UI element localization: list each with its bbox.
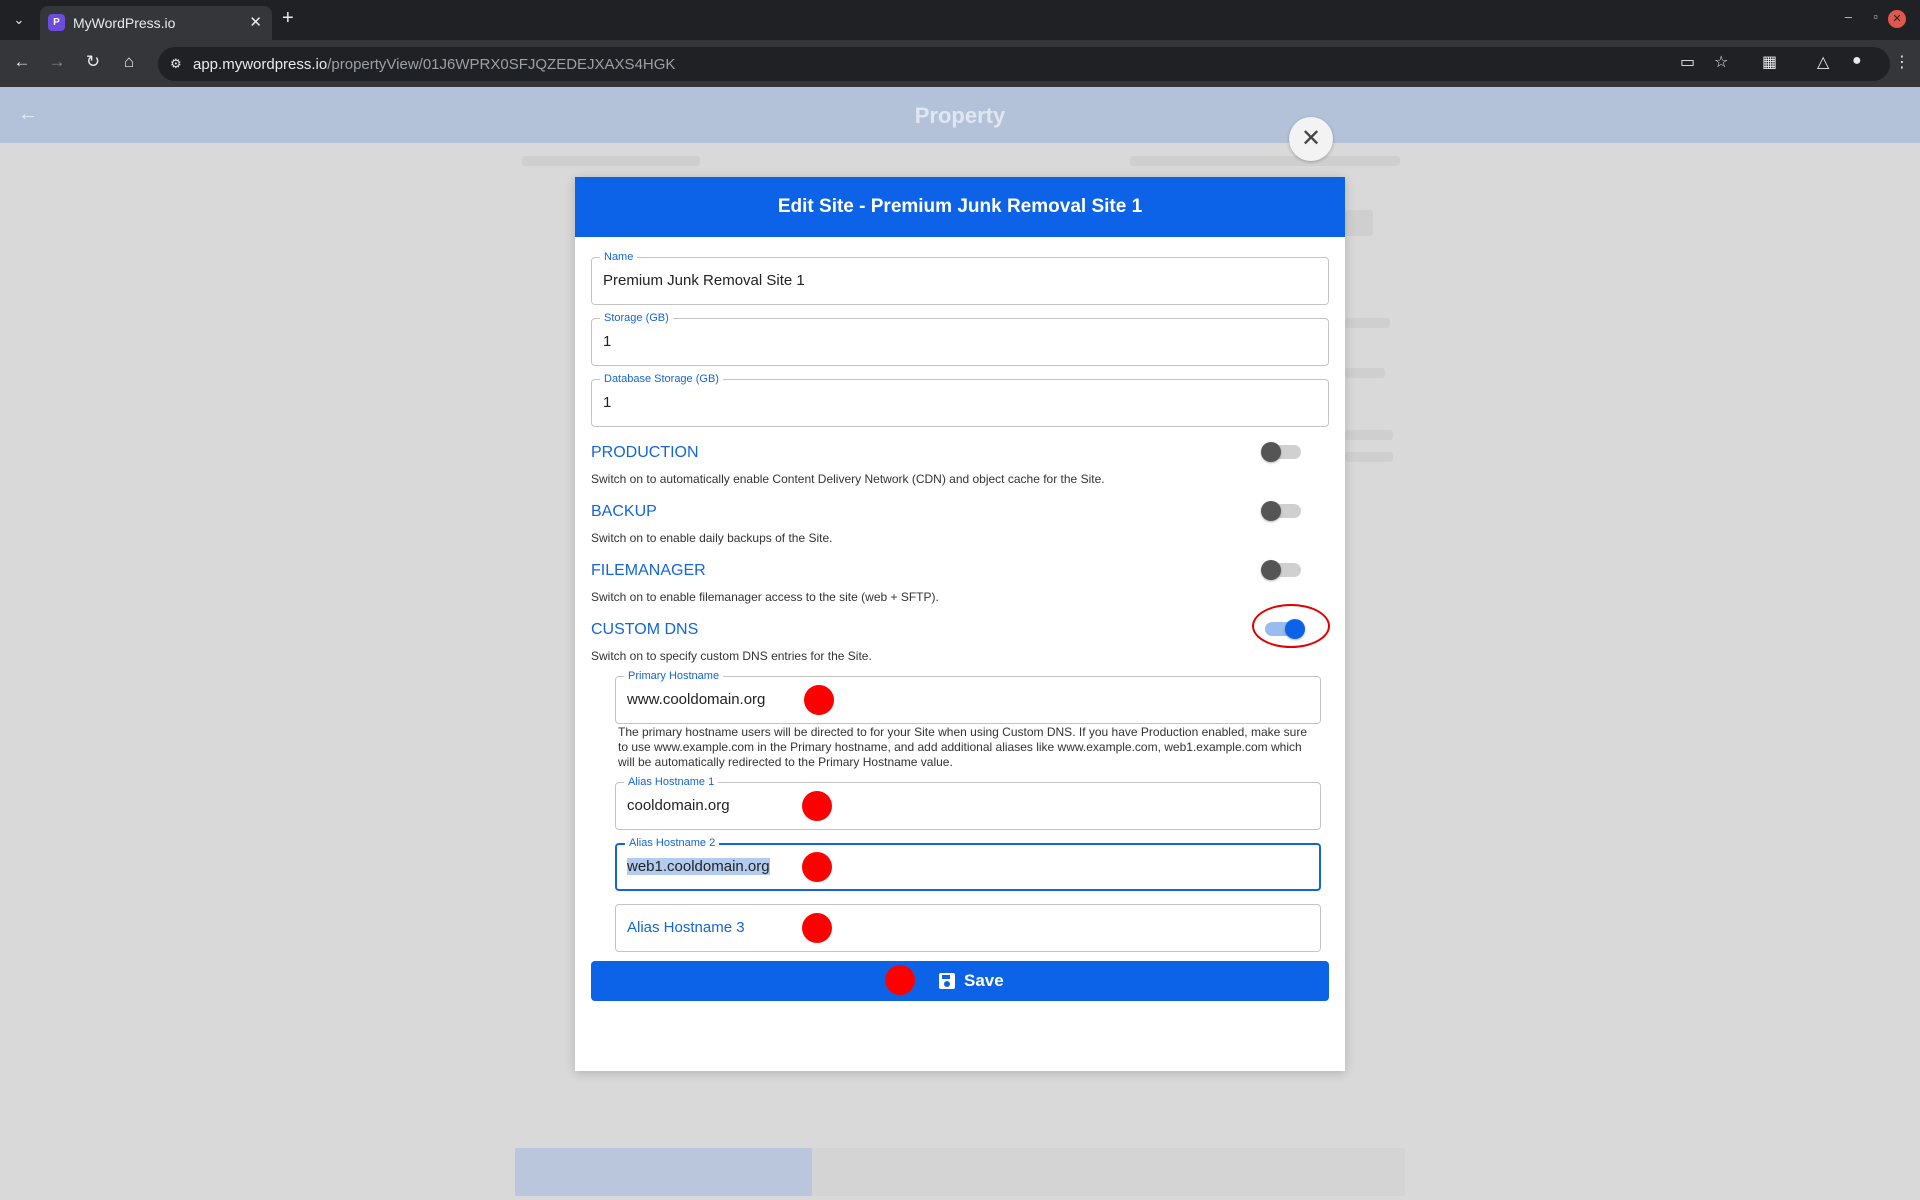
filemanager-title: FILEMANAGER xyxy=(591,562,706,579)
alias-hostname-2-field[interactable]: Alias Hostname 2 web1.cooldomain.org xyxy=(615,836,1321,891)
tab-close-icon[interactable]: ✕ xyxy=(249,13,262,31)
backup-description: Switch on to enable daily backups of the… xyxy=(591,531,833,545)
production-title: PRODUCTION xyxy=(591,444,699,461)
background-placeholder xyxy=(1345,318,1390,328)
red-marker xyxy=(802,913,832,943)
name-field[interactable]: Name Premium Junk Removal Site 1 xyxy=(591,250,1329,305)
background-placeholder xyxy=(1130,156,1400,166)
name-field-label: Name xyxy=(600,250,638,264)
background-placeholder xyxy=(1345,452,1393,462)
back-arrow-icon[interactable]: ← xyxy=(11,52,33,72)
red-marker xyxy=(802,791,832,821)
labs-flask-icon[interactable]: △ xyxy=(1817,52,1829,72)
production-toggle[interactable] xyxy=(1261,442,1301,462)
edit-site-modal: Edit Site - Premium Junk Removal Site 1 … xyxy=(575,177,1345,1071)
browser-tab[interactable]: P MyWordPress.io ✕ xyxy=(40,6,272,40)
primary-hostname-label: Primary Hostname xyxy=(624,669,724,683)
window-close-icon[interactable]: ✕ xyxy=(1888,10,1906,28)
url-text: app.mywordpress.io/propertyView/01J6WPRX… xyxy=(193,56,675,73)
minimize-icon[interactable]: – xyxy=(1845,9,1852,24)
alias-hostname-1-label: Alias Hostname 1 xyxy=(624,775,719,789)
save-button-label: Save xyxy=(964,971,1004,990)
alias-hostname-3-field[interactable]: Alias Hostname 3 xyxy=(615,904,1321,952)
name-field-value: Premium Junk Removal Site 1 xyxy=(603,272,805,289)
site-info-icon[interactable]: ⚙ xyxy=(170,56,182,72)
url-path: /propertyView/01J6WPRX0SFJQZEDEJXAXS4HGK xyxy=(327,56,676,73)
browser-menu-icon[interactable]: ⋮ xyxy=(1894,52,1910,72)
profile-avatar-icon[interactable]: ● xyxy=(1852,52,1862,70)
filemanager-description: Switch on to enable filemanager access t… xyxy=(591,590,939,604)
toggle-knob xyxy=(1261,442,1281,462)
primary-hostname-value: www.cooldomain.org xyxy=(627,691,766,708)
browser-toolbar: ← → ↻ ⌂ ⚙ app.mywordpress.io/propertyVie… xyxy=(0,40,1920,87)
database-storage-field-label: Database Storage (GB) xyxy=(600,372,723,386)
toggle-knob xyxy=(1261,501,1281,521)
red-marker xyxy=(802,852,832,882)
alias-hostname-1-field[interactable]: Alias Hostname 1 cooldomain.org xyxy=(615,775,1321,830)
mywordpress-favicon-icon: P xyxy=(48,14,65,31)
tab-title: MyWordPress.io xyxy=(73,15,176,31)
alias-hostname-2-value: web1.cooldomain.org xyxy=(627,858,770,875)
reload-icon[interactable]: ↻ xyxy=(82,52,104,72)
primary-hostname-field[interactable]: Primary Hostname www.cooldomain.org xyxy=(615,669,1321,724)
backup-title: BACKUP xyxy=(591,503,657,520)
address-bar[interactable]: ⚙ app.mywordpress.io/propertyView/01J6WP… xyxy=(158,47,1890,81)
new-tab-plus-icon[interactable]: + xyxy=(282,7,294,30)
background-placeholder xyxy=(1345,430,1393,440)
url-host: app.mywordpress.io xyxy=(193,56,328,73)
extensions-puzzle-icon[interactable]: ▦ xyxy=(1762,52,1777,72)
production-description: Switch on to automatically enable Conten… xyxy=(591,472,1105,486)
forward-arrow-icon[interactable]: → xyxy=(46,52,68,72)
primary-hostname-help: The primary hostname users will be direc… xyxy=(618,725,1307,769)
bookmark-star-icon[interactable]: ☆ xyxy=(1714,52,1728,72)
background-placeholder xyxy=(522,156,700,166)
database-storage-field-value: 1 xyxy=(603,394,612,411)
background-placeholder xyxy=(1345,368,1385,378)
install-app-icon[interactable]: ▭ xyxy=(1680,52,1695,72)
red-marker xyxy=(885,965,915,995)
red-marker xyxy=(804,685,834,715)
toggle-knob xyxy=(1261,560,1281,580)
background-active-tab xyxy=(515,1148,812,1196)
backup-toggle[interactable] xyxy=(1261,501,1301,521)
custom-dns-title: CUSTOM DNS xyxy=(591,621,699,638)
restore-icon[interactable]: ▫ xyxy=(1873,9,1878,24)
alias-hostname-3-placeholder: Alias Hostname 3 xyxy=(627,919,745,936)
alias-hostname-2-label: Alias Hostname 2 xyxy=(625,836,720,850)
storage-field-label: Storage (GB) xyxy=(600,311,673,325)
page-title: Property xyxy=(914,103,1006,128)
storage-field[interactable]: Storage (GB) 1 xyxy=(591,311,1329,366)
database-storage-field[interactable]: Database Storage (GB) 1 xyxy=(591,372,1329,427)
alias-hostname-1-value: cooldomain.org xyxy=(627,797,730,814)
custom-dns-description: Switch on to specify custom DNS entries … xyxy=(591,649,872,663)
background-bottom-tabs xyxy=(515,1148,1405,1196)
home-icon[interactable]: ⌂ xyxy=(118,52,140,72)
filemanager-toggle[interactable] xyxy=(1261,560,1301,580)
background-placeholder xyxy=(1345,210,1373,236)
storage-field-value: 1 xyxy=(603,333,612,350)
tab-list-chevron-icon[interactable]: ⌄ xyxy=(8,9,30,31)
highlight-ring xyxy=(1252,604,1330,648)
browser-tab-bar: ⌄ P MyWordPress.io ✕ + – ▫ ✕ xyxy=(0,0,1920,40)
app-header: ← Property xyxy=(0,87,1920,143)
modal-close-button[interactable]: ✕ xyxy=(1289,117,1333,161)
floppy-disk-icon xyxy=(939,973,955,989)
save-button[interactable]: Save xyxy=(591,961,1329,1001)
modal-title: Edit Site - Premium Junk Removal Site 1 xyxy=(575,177,1345,237)
